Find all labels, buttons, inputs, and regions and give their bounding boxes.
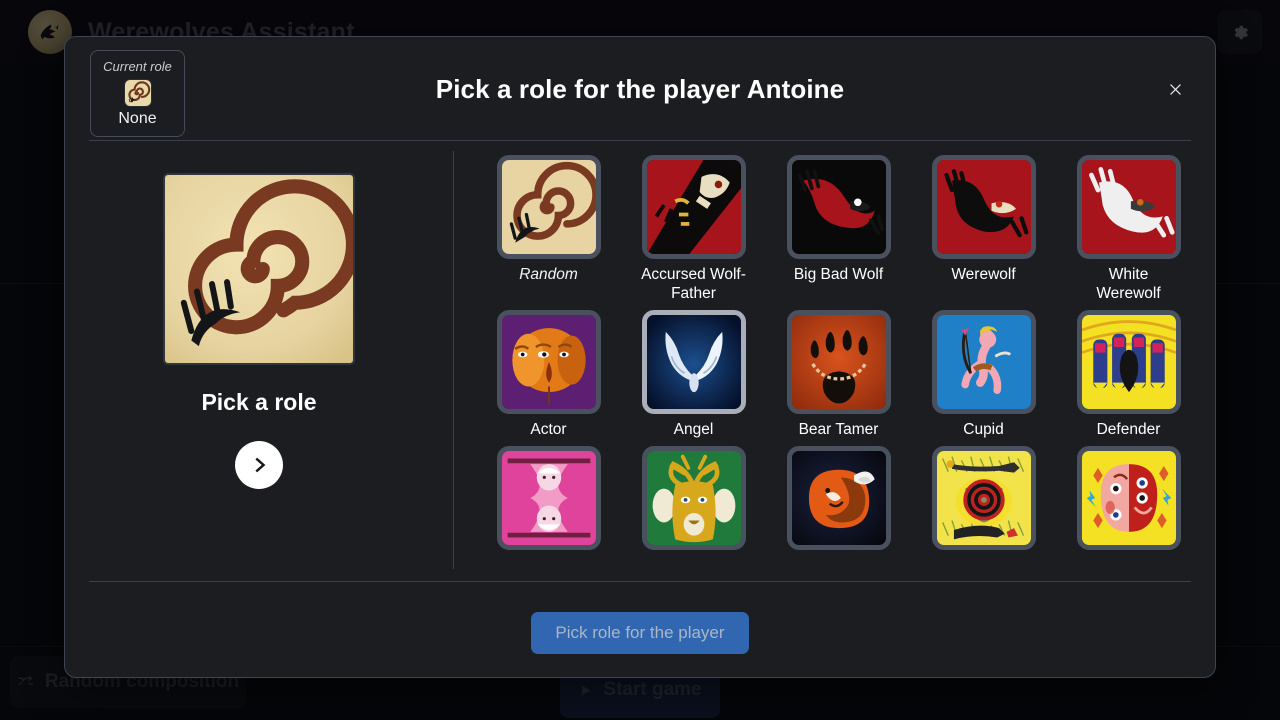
role-option-accursed-wolf-father[interactable]: Accursed Wolf-Father [621,155,766,304]
role-option-big-bad-wolf[interactable]: Big Bad Wolf [766,155,911,304]
current-role-value: None [118,109,157,127]
role-preview-image [163,173,355,365]
role-card-image [1076,155,1181,259]
roles-scroll-pane[interactable]: Random Accursed Wolf-Father Big Bad Wolf… [454,141,1215,581]
role-option-12[interactable] [621,445,766,557]
roles-grid: Random Accursed Wolf-Father Big Bad Wolf… [476,155,1201,557]
role-preview-pane: Pick a role [65,141,453,581]
dialog-title: Pick a role for the player Antoine [435,73,845,104]
role-label: Big Bad Wolf [793,266,884,283]
role-option-angel[interactable]: Angel [621,309,766,440]
close-icon [1169,83,1181,95]
close-button[interactable] [1160,74,1190,104]
role-label: Werewolf [951,266,1016,283]
dialog-body: Pick a role Random Accursed Wolf-Father … [65,141,1215,581]
role-card-image [1076,309,1181,414]
role-card-image [496,309,601,414]
role-label: Actor [530,420,567,438]
role-preview-name: Pick a role [201,389,317,415]
role-card-image [496,445,601,550]
header-divider [89,140,1191,141]
role-label: White Werewolf [1096,266,1161,302]
pick-role-submit-button[interactable]: Pick role for the player [531,612,749,654]
role-card-image [496,155,601,259]
role-option-cupid[interactable]: Cupid [911,309,1056,440]
role-option-13[interactable] [766,445,911,557]
role-option-defender[interactable]: Defender [1056,309,1201,440]
role-option-14[interactable] [911,445,1056,557]
dialog-footer: Pick role for the player [65,581,1215,677]
role-label: Defender [1096,420,1161,438]
role-label: Bear Tamer [798,420,879,438]
role-card-image [1076,445,1181,550]
current-role-box: Current role None [90,50,185,137]
role-card-image [786,445,891,550]
role-option-11[interactable] [476,445,621,557]
role-card-image [931,309,1036,414]
role-card-image [931,445,1036,550]
role-card-image [786,309,891,414]
role-label: Angel [673,420,714,438]
current-role-label: Current role [103,58,172,74]
role-card-image [786,155,891,259]
role-card-image [641,445,746,550]
dialog-header: Current role None Pick a role for the pl… [65,37,1215,141]
role-option-actor[interactable]: Actor [476,309,621,440]
role-label: Accursed Wolf-Father [641,266,746,302]
role-card-image [641,155,746,259]
role-option-bear-tamer[interactable]: Bear Tamer [766,309,911,440]
role-picker-dialog: Current role None Pick a role for the pl… [64,36,1216,678]
role-option-random[interactable]: Random [476,155,621,304]
role-option-werewolf[interactable]: Werewolf [911,155,1056,304]
role-label: Random [519,266,578,283]
role-option-15[interactable] [1056,445,1201,557]
spiral-random-icon [123,78,152,107]
role-label: Cupid [963,420,1004,438]
chevron-right-icon [255,457,266,473]
footer-divider [89,581,1191,582]
next-role-button[interactable] [235,441,283,489]
role-option-white-werewolf[interactable]: White Werewolf [1056,155,1201,304]
role-card-image [641,309,746,414]
role-card-image [931,155,1036,259]
